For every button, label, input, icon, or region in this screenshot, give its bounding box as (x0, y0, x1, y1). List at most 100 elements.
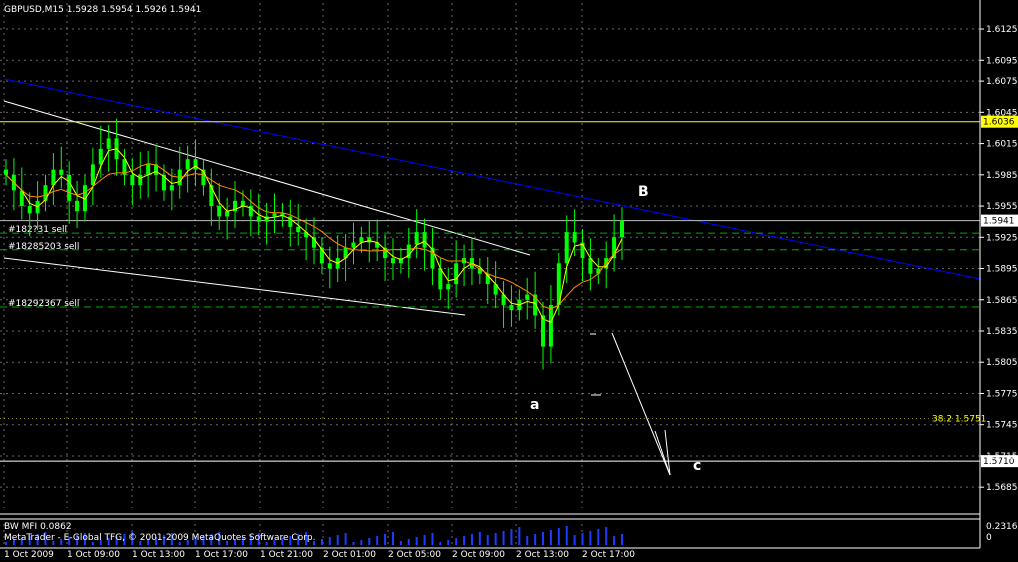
indicator-scale-bottom: 0 (986, 533, 992, 543)
y-tick-label: 1.5985 (986, 171, 1018, 181)
volume-bar (423, 535, 426, 545)
volume-bar (447, 540, 450, 545)
candle-body (414, 232, 419, 245)
volume-bar (573, 535, 576, 545)
symbol-header: GBPUSD,M15 1.5928 1.5954 1.5926 1.5941 (4, 5, 201, 15)
candle-body (67, 174, 72, 201)
candle-body (272, 213, 277, 217)
y-tick-label: 1.5895 (986, 265, 1018, 275)
y-tick-label: 1.6125 (986, 25, 1018, 35)
y-tick-label: 1.5685 (986, 483, 1018, 493)
candle-body (225, 211, 230, 217)
candle-body (446, 284, 451, 290)
candle-body (169, 185, 174, 191)
candle-body (509, 304, 514, 311)
candle-body (620, 220, 624, 238)
candle-body (454, 263, 459, 285)
volume-bar (534, 534, 537, 545)
volume-bar (336, 535, 339, 545)
volume-bar (502, 531, 505, 545)
volume-bar (384, 534, 387, 545)
volume-bar (391, 532, 394, 545)
y-tick-label: 1.5775 (986, 389, 1018, 399)
volume-bar (439, 542, 442, 545)
x-tick-label: 2 Oct 17:00 (582, 550, 635, 560)
volume-bar (415, 537, 418, 545)
candle-body (98, 148, 103, 165)
y-tick-label: 1.5745 (986, 421, 1018, 431)
volume-bar (407, 539, 410, 545)
volume-bar (470, 534, 473, 545)
wave-label: c (693, 458, 701, 474)
candle-body (390, 258, 395, 264)
candle-body (438, 268, 443, 290)
candle-body (59, 169, 64, 175)
volume-bar (368, 538, 371, 545)
volume-bar (557, 528, 560, 545)
y-tick-label: 1.5835 (986, 327, 1018, 337)
volume-bar (455, 538, 458, 545)
candle-body (296, 226, 301, 233)
candle-body (4, 169, 8, 175)
indicator-scale-top: 0.2316 (986, 522, 1018, 532)
candle-body (217, 206, 222, 217)
volume-bar (510, 529, 513, 545)
volume-bar (621, 534, 623, 545)
volume-bar (352, 542, 355, 545)
x-tick-label: 1 Oct 13:00 (132, 550, 185, 560)
candle-body (43, 185, 48, 201)
current-price-label: 1.5941 (983, 217, 1015, 227)
x-tick-label: 1 Oct 09:00 (67, 550, 120, 560)
volume-bar (581, 533, 584, 545)
candle-body (256, 216, 261, 222)
candle-body (541, 315, 546, 347)
y-tick-label: 1.5955 (986, 202, 1018, 212)
candle-body (209, 185, 214, 207)
fib-label: 38.2 1.5751 (932, 414, 986, 424)
candle-body (588, 258, 593, 274)
wave-label: a (530, 397, 539, 413)
y-tick-label: 1.5925 (986, 233, 1018, 243)
volume-bar (597, 529, 600, 545)
candle-body (146, 164, 151, 175)
x-tick-label: 1 Oct 17:00 (195, 550, 248, 560)
x-tick-label: 2 Oct 05:00 (388, 550, 441, 560)
volume-bar (549, 530, 552, 545)
volume-bar (320, 539, 323, 545)
x-tick-label: 2 Oct 13:00 (516, 550, 569, 560)
volume-bar (613, 536, 616, 545)
candle-body (367, 237, 372, 243)
volume-bar (399, 541, 402, 545)
volume-bar (494, 533, 497, 545)
x-tick-label: 2 Oct 09:00 (452, 550, 505, 560)
volume-bar (360, 540, 363, 545)
y-tick-label: 1.5715 (986, 452, 1018, 462)
x-tick-label: 1 Oct 21:00 (260, 550, 313, 560)
volume-bar (478, 532, 481, 545)
y-tick-label: 1.6015 (986, 140, 1018, 150)
price-chart[interactable]: 1.60361.57101.5941#182?31 sell#18285203 … (0, 0, 1018, 562)
volume-bar (605, 527, 608, 545)
volume-bar (542, 532, 545, 545)
candle-body (572, 232, 577, 243)
order-label: #18292367 sell (8, 299, 79, 309)
x-tick-label: 2 Oct 01:00 (323, 550, 376, 560)
volume-bar (518, 527, 521, 545)
candle-body (185, 159, 190, 170)
candle-body (106, 138, 111, 149)
x-tick-label: 1 Oct 2009 (4, 550, 54, 560)
candle-body (27, 206, 32, 214)
volume-bar (376, 536, 379, 545)
volume-bar (431, 533, 434, 545)
candle-body (548, 304, 553, 347)
copyright-text: MetaTrader - E-Global TFG, © 2001-2009 M… (4, 533, 316, 543)
y-tick-label: 1.5865 (986, 296, 1018, 306)
indicator-name: BW MFI 0.0862 (4, 522, 72, 532)
candle-body (240, 200, 245, 207)
volume-bar (526, 536, 529, 545)
y-tick-label: 1.6045 (986, 108, 1018, 118)
candle-body (51, 169, 56, 186)
y-tick-label: 1.6095 (986, 56, 1018, 66)
y-tick-label: 1.5805 (986, 358, 1018, 368)
volume-bar (486, 535, 489, 545)
